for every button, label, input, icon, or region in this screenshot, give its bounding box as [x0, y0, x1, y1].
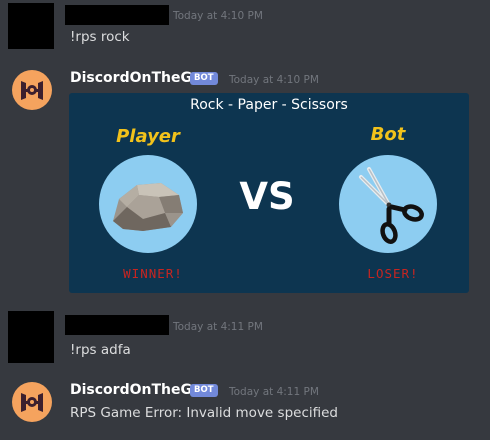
bot-result: LOSER! — [367, 266, 419, 281]
message-text: !rps adfa — [70, 342, 131, 358]
player-result: WINNER! — [123, 266, 183, 281]
timestamp: Today at 4:11 PM — [173, 321, 263, 333]
versus-label: VS — [239, 175, 295, 218]
message-text: !rps rock — [70, 29, 130, 45]
redacted-avatar[interactable] — [8, 311, 54, 363]
bot-username[interactable]: DiscordOnTheGo — [70, 382, 202, 398]
bot-avatar[interactable] — [12, 70, 52, 110]
player-label: Player — [116, 126, 180, 147]
redacted-username[interactable] — [65, 315, 169, 335]
bot-tag: BOT — [190, 384, 218, 397]
embed-title: Rock - Paper - Scissors — [190, 97, 348, 113]
bot-username[interactable]: DiscordOnTheGo — [70, 70, 202, 86]
timestamp: Today at 4:10 PM — [173, 10, 263, 22]
bot-label: Bot — [370, 124, 406, 145]
rock-icon — [99, 155, 197, 253]
redacted-username[interactable] — [65, 5, 169, 25]
timestamp: Today at 4:11 PM — [229, 386, 319, 398]
redacted-avatar[interactable] — [8, 3, 54, 49]
bot-avatar[interactable] — [12, 382, 52, 422]
bot-tag: BOT — [190, 72, 218, 85]
timestamp: Today at 4:10 PM — [229, 74, 319, 86]
message-text: RPS Game Error: Invalid move specified — [70, 405, 338, 421]
rps-embed: Rock - Paper - Scissors Player Bot VS WI… — [69, 93, 469, 293]
scissors-icon — [339, 155, 437, 253]
